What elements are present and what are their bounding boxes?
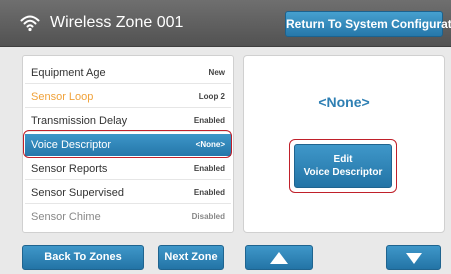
arrow-down-icon xyxy=(405,252,422,264)
return-to-system-configuration-button[interactable]: Return To System Configuration xyxy=(285,11,451,37)
scroll-up-button[interactable] xyxy=(245,245,313,270)
setting-value: Enabled xyxy=(193,164,225,173)
setting-value: New xyxy=(208,68,225,77)
setting-label: Sensor Reports xyxy=(31,163,108,175)
list-item-sensor-supervised[interactable]: Sensor Supervised Enabled xyxy=(25,182,231,204)
back-to-zones-button[interactable]: Back To Zones xyxy=(22,245,144,270)
setting-value: Loop 2 xyxy=(198,92,225,101)
next-zone-button[interactable]: Next Zone xyxy=(158,245,224,270)
wifi-icon xyxy=(20,15,40,32)
page-title: Wireless Zone 001 xyxy=(50,14,184,31)
setting-label: Equipment Age xyxy=(31,67,106,79)
edit-voice-descriptor-button[interactable]: Edit Voice Descriptor xyxy=(294,144,392,188)
list-item-equipment-age[interactable]: Equipment Age New xyxy=(25,62,231,84)
setting-label: Sensor Supervised xyxy=(31,187,124,199)
setting-label: Sensor Chime xyxy=(31,211,101,223)
list-item-sensor-loop[interactable]: Sensor Loop Loop 2 xyxy=(25,86,231,108)
setting-label: Transmission Delay xyxy=(31,115,128,127)
arrow-up-icon xyxy=(270,251,288,264)
setting-label: Sensor Loop xyxy=(31,91,94,103)
header-bar: Wireless Zone 001 Return To System Confi… xyxy=(0,0,451,47)
setting-value: Enabled xyxy=(193,116,225,125)
setting-value: Enabled xyxy=(193,188,225,197)
list-item-transmission-delay[interactable]: Transmission Delay Enabled xyxy=(25,110,231,132)
edit-button-line2: Voice Descriptor xyxy=(303,167,383,178)
list-item-sensor-chime[interactable]: Sensor Chime Disabled xyxy=(25,206,231,228)
current-value-text: <None> xyxy=(318,94,370,110)
zone-settings-screen: Wireless Zone 001 Return To System Confi… xyxy=(0,0,451,274)
setting-value: Disabled xyxy=(191,212,225,221)
scroll-down-button[interactable] xyxy=(386,245,441,270)
list-item-sensor-reports[interactable]: Sensor Reports Enabled xyxy=(25,158,231,180)
selected-item-callout xyxy=(23,130,232,158)
edit-button-line1: Edit xyxy=(333,154,353,165)
